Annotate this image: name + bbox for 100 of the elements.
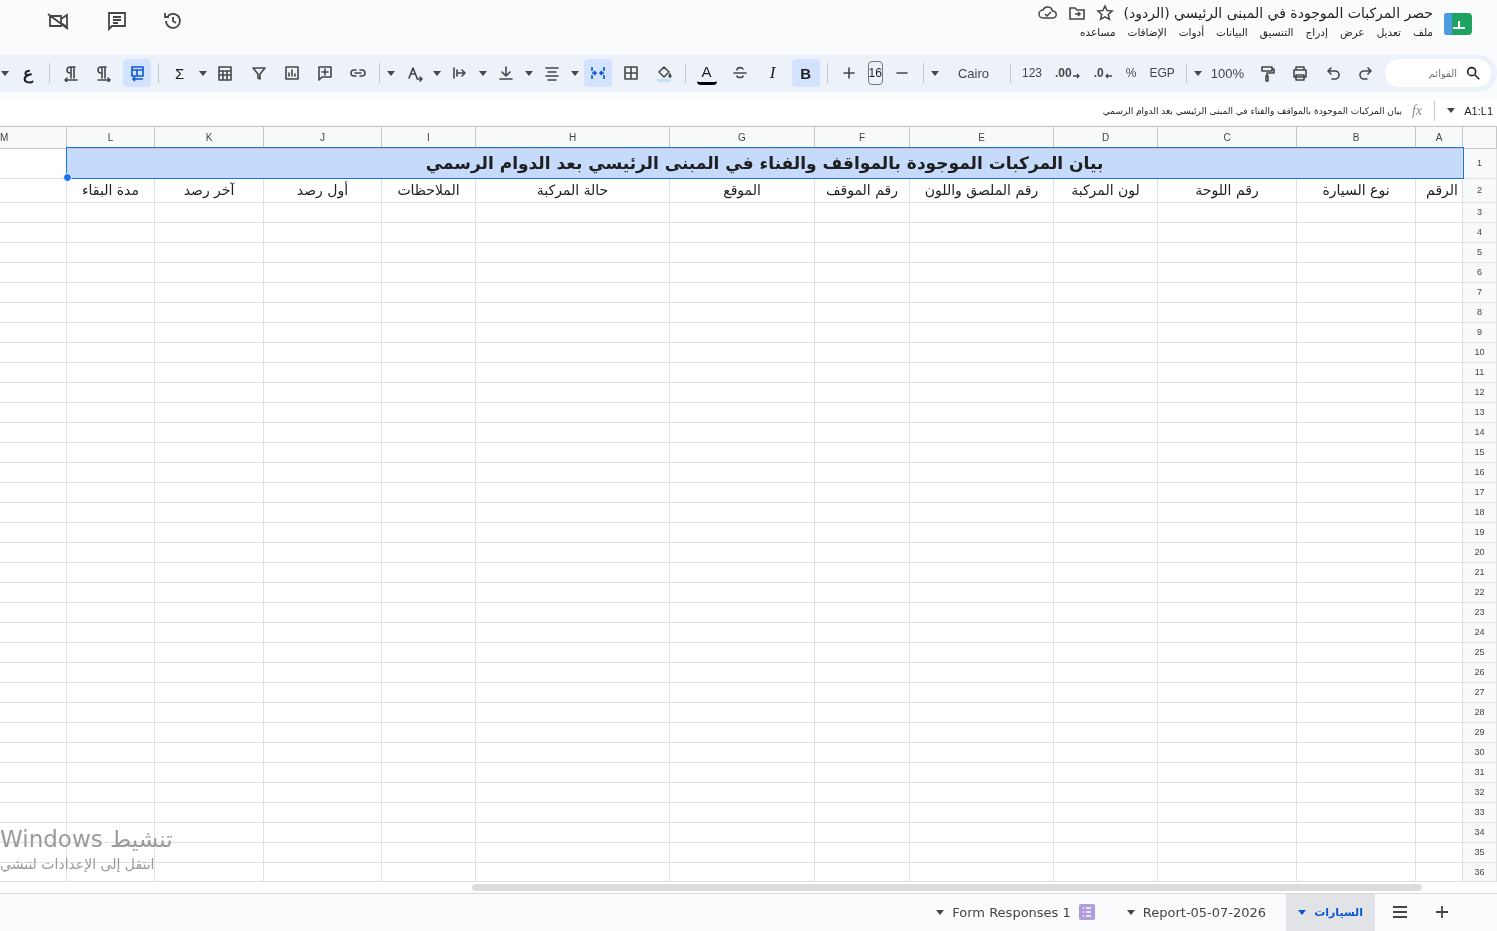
menu-item[interactable]: البيانات: [1216, 26, 1248, 38]
row-number[interactable]: 4: [1477, 227, 1482, 238]
row-number[interactable]: 20: [1474, 547, 1485, 558]
caret-icon[interactable]: [386, 70, 395, 76]
font-size-field[interactable]: 16: [867, 61, 883, 86]
row-number[interactable]: 23: [1474, 607, 1485, 618]
row-number[interactable]: 11: [1474, 367, 1485, 378]
row-number[interactable]: 8: [1477, 307, 1482, 318]
row-number[interactable]: 22: [1474, 587, 1485, 598]
currency-format-button[interactable]: EGP: [1145, 66, 1179, 81]
row-number[interactable]: 18: [1474, 507, 1485, 518]
row-number[interactable]: 14: [1474, 427, 1485, 438]
column-header[interactable]: L: [107, 131, 114, 143]
menu-search-field[interactable]: القوائم: [1385, 59, 1491, 88]
caret-icon[interactable]: [570, 70, 579, 76]
caret-icon[interactable]: [478, 70, 487, 76]
row-number[interactable]: 12: [1474, 387, 1485, 398]
italic-button[interactable]: I: [758, 59, 787, 88]
bold-button[interactable]: B: [791, 59, 820, 88]
fill-handle[interactable]: [63, 172, 72, 182]
caret-icon[interactable]: [524, 70, 533, 76]
column-header[interactable]: G: [738, 131, 746, 143]
row-number[interactable]: 9: [1477, 327, 1482, 338]
increase-decimals-button[interactable]: .00: [1051, 66, 1085, 81]
column-header[interactable]: A: [1435, 131, 1443, 143]
column-header[interactable]: H: [568, 131, 577, 143]
column-header[interactable]: E: [978, 131, 985, 143]
row-number[interactable]: 2: [1477, 185, 1482, 196]
row-number[interactable]: 36: [1474, 867, 1485, 878]
sheet-direction-icon[interactable]: [122, 59, 151, 88]
column-header[interactable]: F: [858, 131, 866, 143]
number-format-button[interactable]: 123: [1018, 66, 1047, 81]
caret-icon[interactable]: [1193, 70, 1202, 76]
row-number[interactable]: 13: [1474, 407, 1485, 418]
caret-icon[interactable]: [1126, 910, 1135, 915]
row-number[interactable]: 26: [1474, 667, 1485, 678]
menu-item[interactable]: تعديل: [1376, 26, 1401, 38]
functions-button[interactable]: Σ: [165, 59, 194, 88]
row-number[interactable]: 35: [1474, 847, 1485, 858]
decrease-decimals-button[interactable]: .0: [1089, 66, 1117, 81]
caret-icon[interactable]: [198, 70, 207, 76]
row-number[interactable]: 7: [1477, 287, 1482, 298]
menu-item[interactable]: مساعده: [1080, 26, 1116, 38]
row-number[interactable]: 19: [1474, 527, 1485, 538]
sheet-tab[interactable]: Form Responses 1: [924, 894, 1107, 931]
caret-icon[interactable]: [0, 70, 9, 76]
menu-item[interactable]: عرض: [1339, 26, 1365, 38]
text-color-button[interactable]: A: [696, 61, 717, 85]
row-number[interactable]: 30: [1474, 747, 1485, 758]
column-header[interactable]: J: [320, 131, 325, 143]
menu-item[interactable]: التنسيق: [1259, 26, 1294, 38]
row-number[interactable]: 29: [1474, 727, 1485, 738]
row-number[interactable]: 34: [1474, 827, 1485, 838]
row-number[interactable]: 17: [1474, 487, 1485, 498]
row-number[interactable]: 10: [1474, 347, 1485, 358]
caret-icon[interactable]: [930, 70, 939, 76]
column-header[interactable]: K: [205, 131, 213, 143]
font-dropdown[interactable]: Cairo: [943, 65, 1003, 81]
version-history-icon[interactable]: [162, 10, 184, 32]
row-number[interactable]: 1: [1477, 158, 1482, 169]
column-header[interactable]: D: [1101, 131, 1110, 143]
row-number[interactable]: 31: [1474, 767, 1485, 778]
row-number[interactable]: 28: [1474, 707, 1485, 718]
row-number[interactable]: 6: [1477, 267, 1482, 278]
row-number[interactable]: 24: [1474, 627, 1485, 638]
menu-item[interactable]: إدراج: [1305, 26, 1328, 38]
row-number[interactable]: 5: [1477, 247, 1482, 258]
merge-cells-icon[interactable]: [583, 59, 612, 88]
column-header[interactable]: M: [0, 131, 9, 143]
percent-format-button[interactable]: %: [1121, 66, 1141, 81]
menu-item[interactable]: الإضافات: [1127, 26, 1167, 38]
move-to-folder-icon[interactable]: [1067, 4, 1086, 22]
menu-item[interactable]: ملف: [1413, 26, 1433, 38]
caret-icon[interactable]: [432, 70, 441, 76]
caret-icon[interactable]: [1298, 910, 1307, 915]
comments-icon[interactable]: [106, 10, 128, 32]
row-number[interactable]: 32: [1474, 787, 1485, 798]
menu-item[interactable]: أدوات: [1178, 26, 1205, 38]
selected-merged-cell[interactable]: بيان المركبات الموجودة بالمواقف والفناء في المبنى الرئيسي بعد الدوام الرسمي: [66, 148, 1463, 179]
row-number[interactable]: 33: [1474, 807, 1485, 818]
formula-input[interactable]: بيان المركبات الموجودة بالمواقف والفناء في المبنى الرئيسي بعد الدوام الرسمي: [1102, 105, 1402, 116]
column-header[interactable]: C: [1223, 131, 1231, 143]
horizontal-scrollbar[interactable]: [472, 884, 1422, 891]
column-header[interactable]: B: [1352, 131, 1360, 143]
row-number[interactable]: 25: [1474, 647, 1485, 658]
caret-icon[interactable]: [1447, 108, 1455, 114]
sheet-tab[interactable]: Report-05-07-2026: [1114, 894, 1279, 931]
row-number[interactable]: 27: [1474, 687, 1485, 698]
name-box[interactable]: A1:L1: [1465, 104, 1493, 117]
document-title[interactable]: حصر المركبات الموجودة في المبنى الرئيسي (الردود): [1123, 5, 1433, 21]
zoom-level[interactable]: 100%: [1206, 65, 1248, 81]
star-icon[interactable]: [1095, 4, 1114, 22]
row-number[interactable]: 21: [1474, 567, 1485, 578]
sheet-tab[interactable]: السيارات: [1286, 894, 1375, 931]
caret-icon[interactable]: [936, 910, 945, 915]
cloud-check-icon[interactable]: [1037, 4, 1058, 22]
column-header[interactable]: I: [427, 131, 430, 143]
row-number[interactable]: 3: [1477, 207, 1482, 218]
input-tools-button[interactable]: ع: [13, 59, 42, 88]
sheets-logo-icon[interactable]: [1443, 12, 1473, 36]
